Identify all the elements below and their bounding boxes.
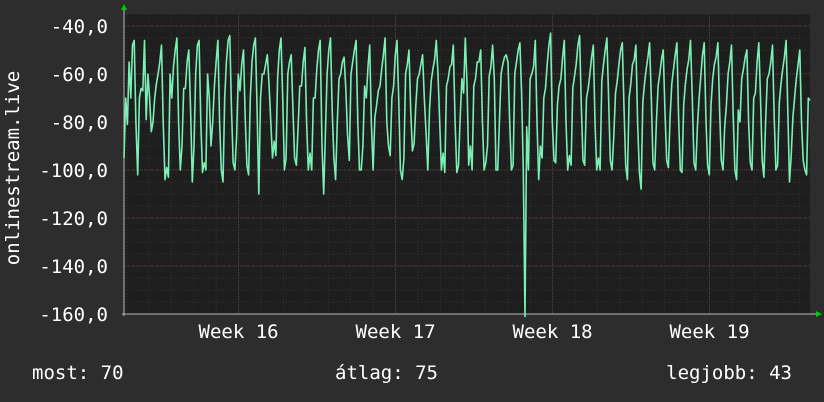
stat-best: legjobb: 43 xyxy=(666,362,792,384)
y-axis-title: onlinestream.live xyxy=(2,71,24,265)
chart-stage: -40,0 -60,0 -80,0 -100,0 -120,0 -140,0 -160,0 W… xyxy=(0,0,824,402)
y-tick-label: -120,0 xyxy=(39,208,108,230)
y-axis-arrow xyxy=(121,4,127,10)
stat-average: átlag: 75 xyxy=(335,362,438,384)
line-chart: -40,0 -60,0 -80,0 -100,0 -120,0 -140,0 -160,0 W… xyxy=(2,4,822,343)
y-tick-label: -140,0 xyxy=(39,256,108,278)
y-tick-label: -80,0 xyxy=(51,112,108,134)
x-tick-label: Week 18 xyxy=(513,321,593,343)
stats-bar: most: 70 átlag: 75 legjobb: 43 xyxy=(0,362,824,388)
x-axis-arrow xyxy=(816,311,822,317)
y-tick-label: -40,0 xyxy=(51,16,108,38)
y-tick-label: -100,0 xyxy=(39,160,108,182)
y-tick-label: -60,0 xyxy=(51,64,108,86)
stat-most: most: 70 xyxy=(32,362,124,384)
y-tick-label: -160,0 xyxy=(39,304,108,326)
x-tick-label: Week 17 xyxy=(356,321,436,343)
x-tick-label: Week 19 xyxy=(669,321,749,343)
x-tick-label: Week 16 xyxy=(199,321,279,343)
